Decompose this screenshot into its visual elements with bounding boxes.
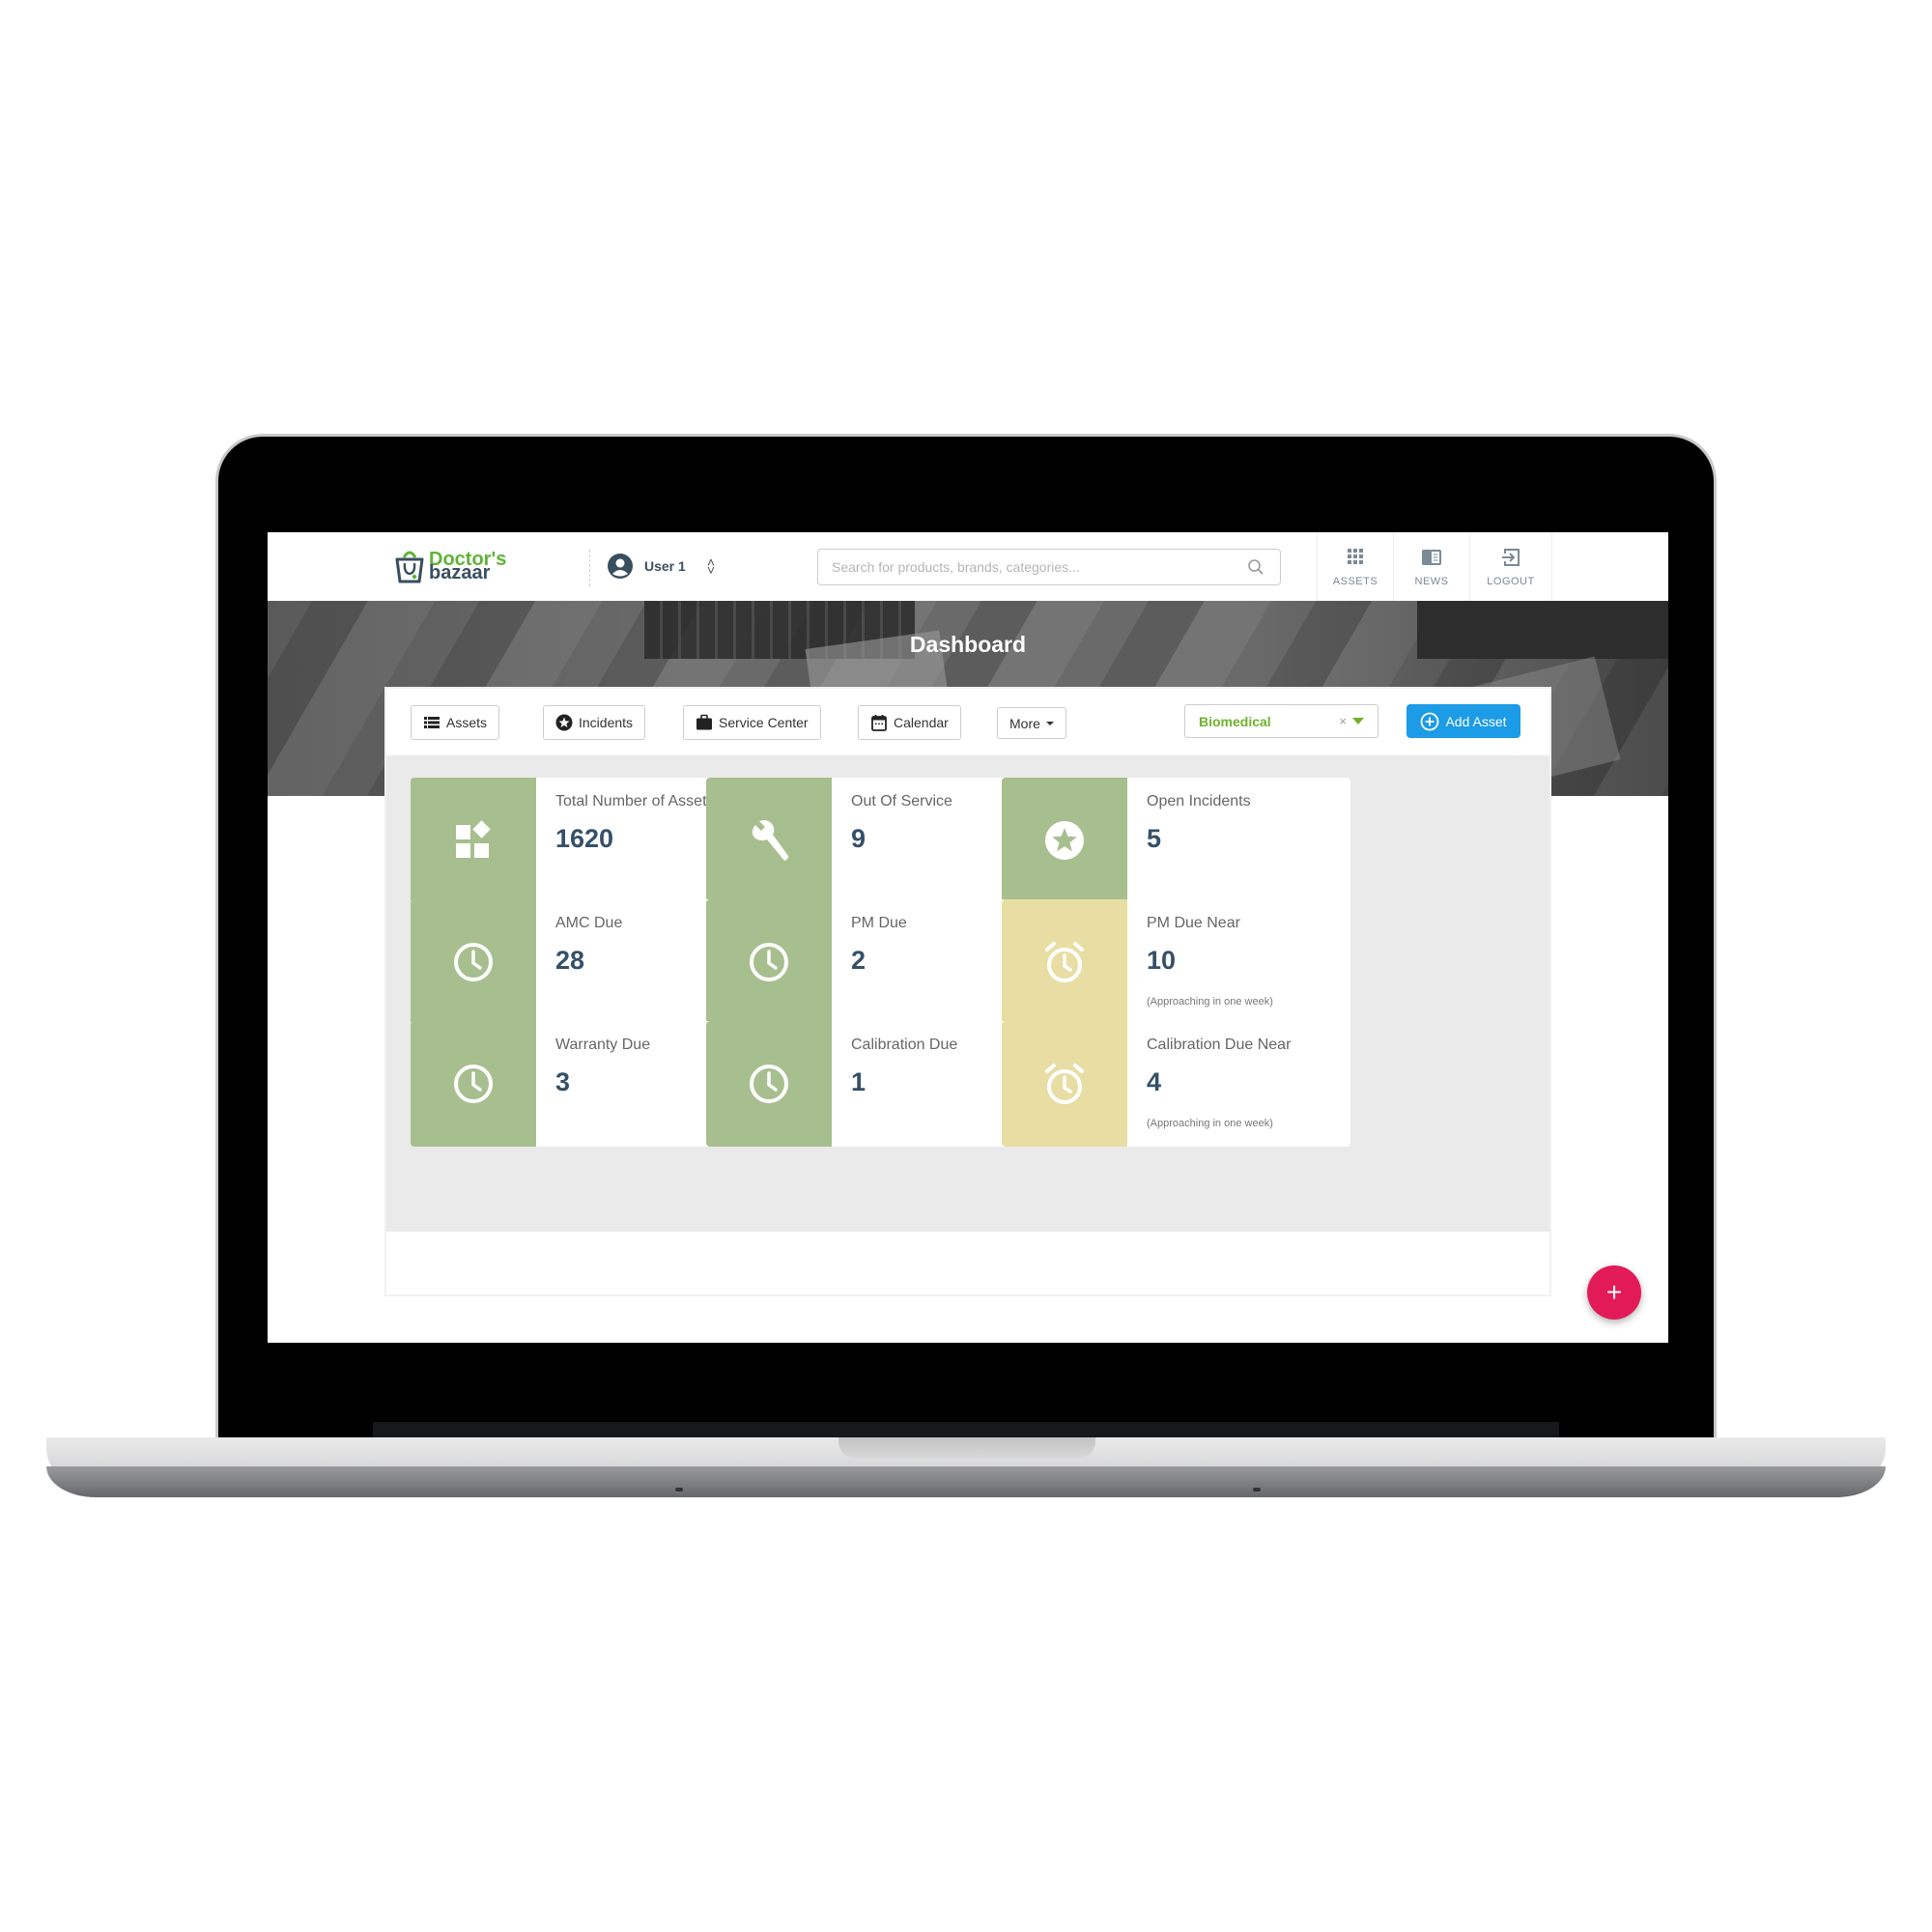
stat-card[interactable]: Calibration Due Near 4 (Approaching in one… <box>1002 1021 1350 1147</box>
department-select[interactable]: Biomedical × <box>1184 704 1378 738</box>
toolbar: Assets Incidents Service Center Calendar… <box>386 689 1549 755</box>
header-nav: ASSETS NEWS LOGOUT <box>1317 532 1552 601</box>
star-circle-icon <box>555 714 573 731</box>
nav-news[interactable]: NEWS <box>1393 532 1469 601</box>
alarm-icon <box>1045 1064 1084 1104</box>
stat-card-label: Calibration Due <box>851 1037 958 1053</box>
user-name: User 1 <box>644 558 686 574</box>
stat-card-label: Total Number of Assets <box>555 793 715 810</box>
logo[interactable]: Doctor's bazaar <box>394 548 506 584</box>
stat-card-icon-box <box>1002 778 1127 903</box>
clear-selection-icon[interactable]: × <box>1339 714 1347 728</box>
star-circle-icon <box>1045 821 1084 860</box>
clock-icon <box>750 1065 788 1103</box>
stat-card-icon-box <box>706 778 832 903</box>
plus-circle-icon <box>1421 712 1439 730</box>
add-asset-button[interactable]: Add Asset <box>1406 704 1520 738</box>
top-header: Doctor's bazaar User 1 ˄ ˅ Search for pr… <box>268 532 1668 601</box>
department-select-value: Biomedical <box>1199 713 1271 729</box>
stat-card-icon-box <box>1002 1021 1127 1147</box>
more-dropdown-button[interactable]: More <box>997 707 1066 739</box>
stat-card-value: 1 <box>851 1067 867 1096</box>
alarm-icon <box>1045 942 1084 982</box>
stat-card-icon-box <box>706 899 832 1025</box>
search-icon[interactable] <box>1247 558 1264 576</box>
logout-icon <box>1502 548 1520 566</box>
list-icon <box>424 717 440 728</box>
nav-news-label: NEWS <box>1414 575 1449 587</box>
stat-card-label: Out Of Service <box>851 793 952 810</box>
incidents-button[interactable]: Incidents <box>543 705 646 740</box>
stat-card-note: (Approaching in one week) <box>1147 996 1273 1008</box>
dashboard-panel: Assets Incidents Service Center Calendar… <box>386 689 1549 1294</box>
widgets-icon <box>456 820 491 858</box>
user-avatar-icon <box>608 554 633 579</box>
search-box <box>817 549 1281 585</box>
stat-card-value: 9 <box>851 824 867 853</box>
chevron-up-down-icon[interactable]: ˄ ˅ <box>707 555 715 577</box>
newspaper-icon <box>1422 549 1441 565</box>
laptop-notch <box>838 1437 1095 1459</box>
stat-card-value: 10 <box>1147 946 1177 975</box>
grid-icon <box>1348 548 1363 564</box>
caret-down-icon <box>1045 721 1054 725</box>
calendar-button[interactable]: Calendar <box>858 705 961 740</box>
stat-card-value: 28 <box>555 946 585 975</box>
app-screen: Doctor's bazaar User 1 ˄ ˅ Search for pr… <box>268 532 1668 1343</box>
floating-add-button[interactable]: + <box>1587 1265 1641 1320</box>
clock-icon <box>454 943 493 981</box>
header-divider <box>589 550 590 586</box>
stat-card-value: 1620 <box>555 824 614 853</box>
laptop-foot <box>1253 1488 1261 1492</box>
user-menu[interactable]: User 1 ˄ ˅ <box>608 554 715 579</box>
stat-card[interactable]: Open Incidents 5 <box>1002 778 1350 903</box>
stat-card-icon-box <box>411 778 536 903</box>
stat-card-label: Calibration Due Near <box>1147 1037 1292 1053</box>
stat-card-icon-box <box>411 1021 536 1147</box>
stat-card-icon-box <box>411 899 536 1025</box>
assets-button[interactable]: Assets <box>411 705 500 740</box>
page-title: Dashboard <box>909 632 1027 657</box>
stat-card-label: AMC Due <box>555 915 623 931</box>
nav-logout-label: LOGOUT <box>1487 575 1535 587</box>
clock-icon <box>750 943 788 981</box>
stat-card-label: Open Incidents <box>1147 793 1251 810</box>
stat-card-value: 3 <box>555 1067 571 1096</box>
clock-icon <box>454 1065 493 1103</box>
stat-card-value: 2 <box>851 946 867 975</box>
stat-card-value: 5 <box>1147 824 1162 853</box>
stat-card-value: 4 <box>1147 1067 1162 1096</box>
stat-card-label: PM Due Near <box>1147 915 1240 931</box>
search-input[interactable] <box>818 550 1251 584</box>
stat-card-icon-box <box>706 1021 832 1147</box>
nav-assets[interactable]: ASSETS <box>1317 532 1393 601</box>
stats-grid: Total Number of Assets 1620 Out Of Service… <box>386 755 1549 1232</box>
stat-card[interactable]: PM Due Near 10 (Approaching in one week) <box>1002 899 1350 1025</box>
laptop-foot <box>675 1488 683 1492</box>
select-caret-icon[interactable] <box>1352 718 1364 724</box>
logo-bag-icon <box>395 551 424 583</box>
stat-card-label: Warranty Due <box>555 1037 651 1053</box>
wrench-icon <box>752 820 789 861</box>
nav-logout[interactable]: LOGOUT <box>1469 532 1552 601</box>
briefcase-icon <box>696 714 712 730</box>
nav-assets-label: ASSETS <box>1332 575 1378 587</box>
calendar-icon <box>871 715 887 731</box>
stat-card-label: PM Due <box>851 915 907 931</box>
service-center-button[interactable]: Service Center <box>683 705 821 740</box>
stat-card-icon-box <box>1002 899 1127 1025</box>
stat-card-note: (Approaching in one week) <box>1147 1118 1273 1129</box>
